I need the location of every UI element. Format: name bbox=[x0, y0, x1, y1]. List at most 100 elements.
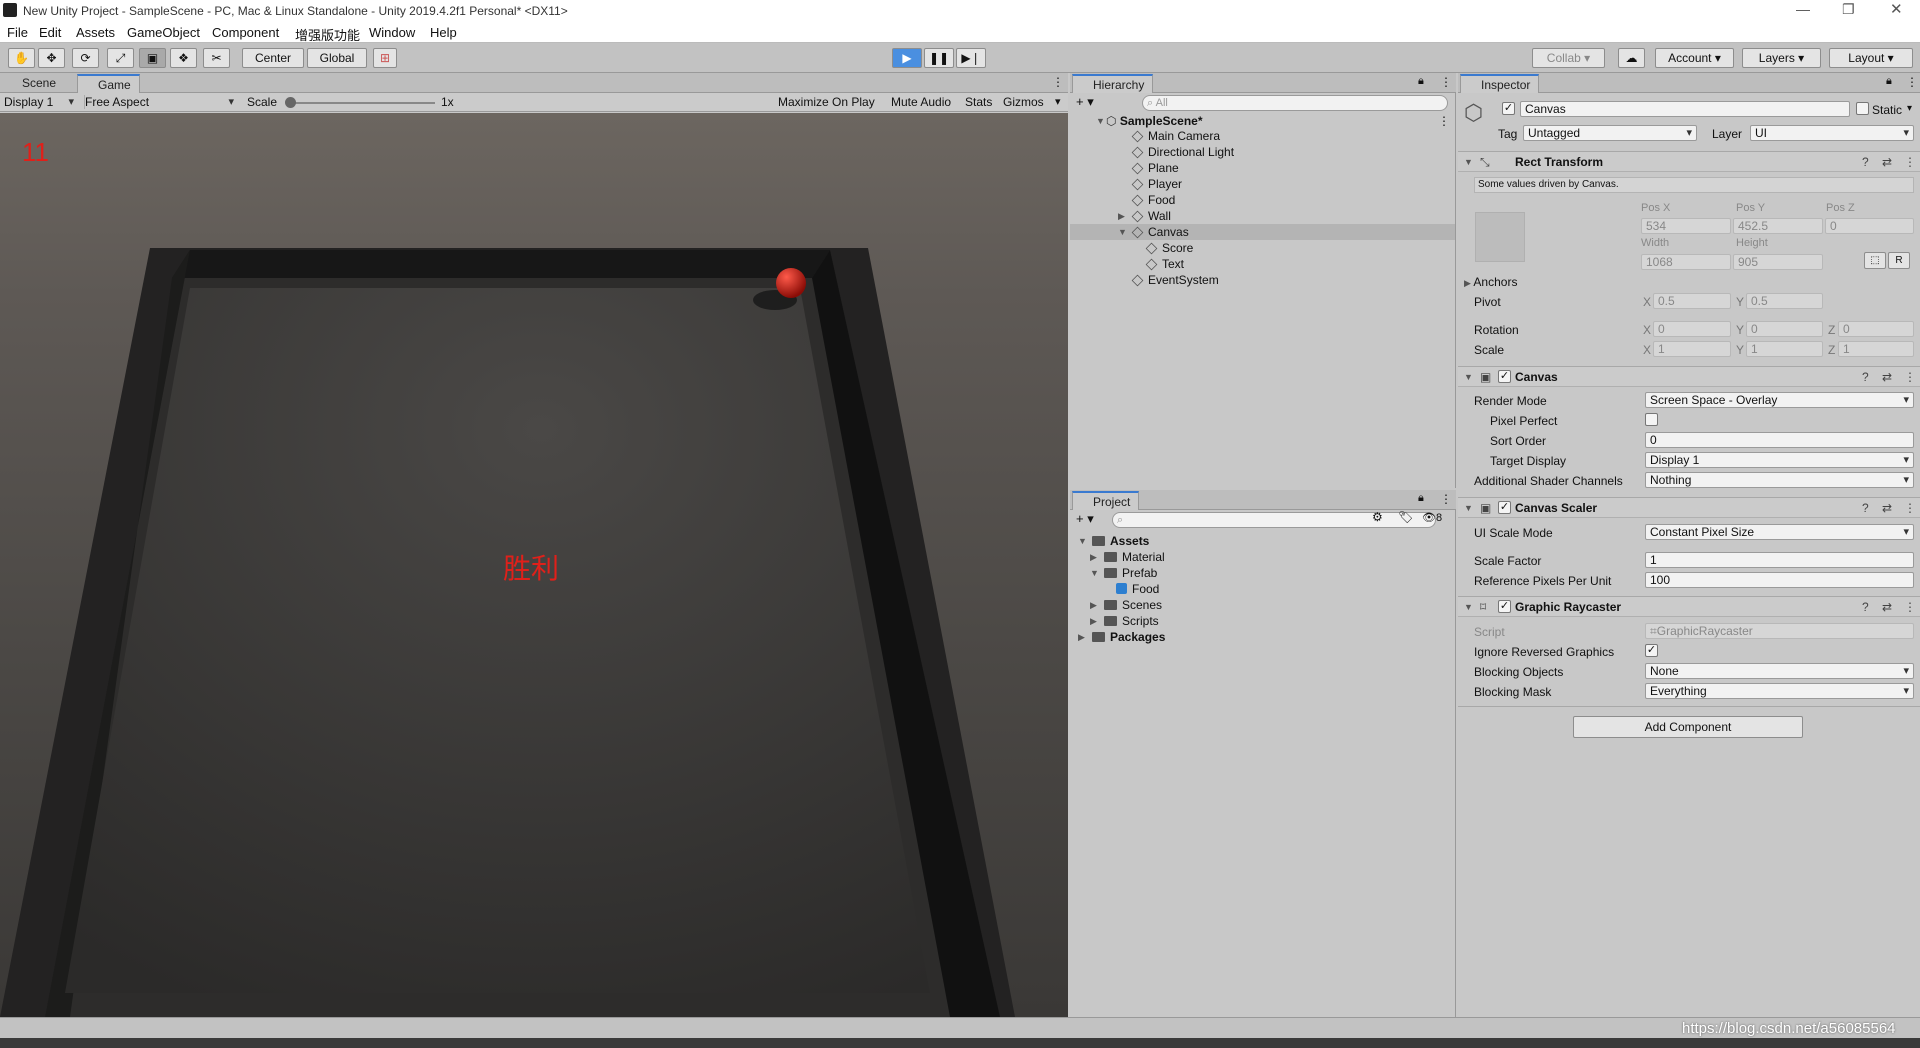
maximize-on-play-toggle[interactable]: Maximize On Play bbox=[778, 95, 875, 109]
layers-dropdown[interactable]: Layers ▾ bbox=[1742, 48, 1821, 68]
posy-field[interactable]: 452.5 bbox=[1733, 218, 1823, 234]
menu-window[interactable]: Window bbox=[369, 25, 415, 40]
hierarchy-item-plane[interactable]: Plane bbox=[1131, 161, 1179, 175]
hierarchy-item-food[interactable]: Food bbox=[1131, 193, 1175, 207]
space-global-button[interactable]: Global bbox=[307, 48, 367, 68]
scale-x-field[interactable]: 1 bbox=[1653, 341, 1731, 357]
stats-toggle[interactable]: Stats bbox=[965, 95, 992, 109]
layout-dropdown[interactable]: Layout ▾ bbox=[1829, 48, 1913, 68]
hierarchy-item-canvas[interactable]: ▼ Canvas bbox=[1118, 225, 1189, 239]
foldout-icon[interactable]: ▼ bbox=[1464, 157, 1473, 167]
graphic-raycaster-header[interactable]: ▼ ⌑ ✓ Graphic Raycaster ? ⇄ ⋮ bbox=[1458, 596, 1920, 617]
sort-order-field[interactable]: 0 bbox=[1645, 432, 1914, 448]
gizmos-arrow-icon[interactable]: ▾ bbox=[1055, 95, 1061, 108]
anchors-foldout[interactable]: ▶ Anchors bbox=[1464, 275, 1517, 289]
menu-gameobject[interactable]: GameObject bbox=[127, 25, 200, 40]
hierarchy-item-score[interactable]: Score bbox=[1145, 241, 1193, 255]
blocking-mask-dropdown[interactable]: Everything bbox=[1645, 683, 1914, 699]
scale-factor-field[interactable]: 1 bbox=[1645, 552, 1914, 568]
component-menu-icon[interactable]: ⋮ bbox=[1904, 155, 1916, 169]
lock-icon[interactable]: 🔒︎ bbox=[1418, 75, 1424, 88]
project-item-prefab[interactable]: ▼ Prefab bbox=[1090, 566, 1157, 580]
help-icon[interactable]: ? bbox=[1862, 155, 1869, 169]
menu-enhanced[interactable]: 增强版功能 bbox=[295, 25, 360, 44]
blocking-objects-dropdown[interactable]: None bbox=[1645, 663, 1914, 679]
project-add-button[interactable]: + ▾ bbox=[1076, 511, 1094, 527]
active-checkbox[interactable]: ✓ bbox=[1502, 102, 1515, 115]
posx-field[interactable]: 534 bbox=[1641, 218, 1731, 234]
pause-button[interactable]: ❚❚ bbox=[924, 48, 954, 68]
project-item-scripts[interactable]: ▶ Scripts bbox=[1090, 614, 1159, 628]
canvas-scaler-enabled-checkbox[interactable]: ✓ bbox=[1498, 501, 1511, 514]
ignore-reversed-checkbox[interactable]: ✓ bbox=[1645, 644, 1658, 657]
pixel-perfect-checkbox[interactable] bbox=[1645, 413, 1658, 426]
lock-icon[interactable]: 🔒︎ bbox=[1418, 492, 1424, 505]
collab-button[interactable]: Collab ▾ bbox=[1532, 48, 1605, 68]
script-field[interactable]: ⌗GraphicRaycaster bbox=[1645, 623, 1914, 639]
hierarchy-item-eventsystem[interactable]: EventSystem bbox=[1131, 273, 1219, 287]
rect-tool-icon[interactable]: ▣ bbox=[139, 48, 166, 68]
raw-edit-button[interactable]: R bbox=[1888, 252, 1910, 269]
snap-icon[interactable]: ⊞ bbox=[373, 48, 397, 68]
target-display-dropdown[interactable]: Display 1 bbox=[1645, 452, 1914, 468]
preset-icon[interactable]: ⇄ bbox=[1882, 370, 1892, 384]
width-field[interactable]: 1068 bbox=[1641, 254, 1731, 270]
component-menu-icon[interactable]: ⋮ bbox=[1904, 370, 1916, 384]
game-view[interactable]: 11 胜利 bbox=[0, 113, 1068, 1017]
tab-inspector[interactable]: Inspector bbox=[1460, 74, 1540, 93]
static-checkbox[interactable] bbox=[1856, 102, 1869, 115]
project-item-food[interactable]: Food bbox=[1116, 582, 1159, 596]
search-by-type-icon[interactable]: ⚙ bbox=[1372, 510, 1383, 524]
search-by-label-icon[interactable]: 🏷︎ bbox=[1398, 510, 1413, 524]
shader-channels-dropdown[interactable]: Nothing bbox=[1645, 472, 1914, 488]
object-name-input[interactable]: Canvas bbox=[1520, 101, 1850, 117]
rot-x-field[interactable]: 0 bbox=[1653, 321, 1731, 337]
project-item-assets[interactable]: ▼ Assets bbox=[1078, 534, 1149, 548]
scene-menu-icon[interactable]: ⋮ bbox=[1438, 114, 1450, 128]
hierarchy-item-player[interactable]: Player bbox=[1131, 177, 1182, 191]
panel-menu-icon[interactable]: ⋮ bbox=[1052, 75, 1064, 89]
account-dropdown[interactable]: Account ▾ bbox=[1655, 48, 1734, 68]
panel-menu-icon[interactable]: ⋮ bbox=[1906, 75, 1918, 89]
canvas-enabled-checkbox[interactable]: ✓ bbox=[1498, 370, 1511, 383]
preset-icon[interactable]: ⇄ bbox=[1882, 155, 1892, 169]
pivot-y-field[interactable]: 0.5 bbox=[1746, 293, 1823, 309]
help-icon[interactable]: ? bbox=[1862, 501, 1869, 515]
move-tool-icon[interactable]: ✥ bbox=[38, 48, 65, 68]
project-search-input[interactable]: ⌕ bbox=[1112, 512, 1436, 528]
minimize-icon[interactable]: — bbox=[1796, 1, 1810, 17]
help-icon[interactable]: ? bbox=[1862, 370, 1869, 384]
tab-project[interactable]: Project bbox=[1072, 491, 1140, 510]
hierarchy-item-directional-light[interactable]: Directional Light bbox=[1131, 145, 1234, 159]
foldout-icon[interactable]: ▼ bbox=[1464, 372, 1473, 382]
render-mode-dropdown[interactable]: Screen Space - Overlay bbox=[1645, 392, 1914, 408]
hierarchy-item-main-camera[interactable]: Main Camera bbox=[1131, 129, 1220, 143]
hand-tool-icon[interactable]: ✋ bbox=[8, 48, 35, 68]
canvas-component-header[interactable]: ▼ ▣ ✓ Canvas ? ⇄ ⋮ bbox=[1458, 366, 1920, 387]
hierarchy-search-input[interactable]: ⌕ All bbox=[1142, 95, 1448, 111]
static-arrow-icon[interactable]: ▾ bbox=[1907, 103, 1912, 114]
menu-help[interactable]: Help bbox=[430, 25, 457, 40]
scale-slider[interactable] bbox=[285, 97, 435, 108]
rotate-tool-icon[interactable]: ⟳ bbox=[72, 48, 99, 68]
blueprint-mode-button[interactable]: ⬚ bbox=[1864, 252, 1886, 269]
close-icon[interactable]: ✕ bbox=[1890, 0, 1903, 18]
step-button[interactable]: ▶❘ bbox=[956, 48, 986, 68]
component-menu-icon[interactable]: ⋮ bbox=[1904, 600, 1916, 614]
preset-icon[interactable]: ⇄ bbox=[1882, 501, 1892, 515]
ui-scale-mode-dropdown[interactable]: Constant Pixel Size bbox=[1645, 524, 1914, 540]
rot-z-field[interactable]: 0 bbox=[1838, 321, 1914, 337]
pivot-x-field[interactable]: 0.5 bbox=[1653, 293, 1731, 309]
preset-icon[interactable]: ⇄ bbox=[1882, 600, 1892, 614]
hierarchy-item-text[interactable]: Text bbox=[1145, 257, 1184, 271]
play-button[interactable]: ▶ bbox=[892, 48, 922, 68]
add-component-button[interactable]: Add Component bbox=[1573, 716, 1803, 738]
mute-audio-toggle[interactable]: Mute Audio bbox=[891, 95, 951, 109]
gizmos-dropdown[interactable]: Gizmos bbox=[1003, 95, 1044, 109]
menu-component[interactable]: Component bbox=[212, 25, 279, 40]
scale-tool-icon[interactable]: ⤢ bbox=[107, 48, 134, 68]
foldout-icon[interactable]: ▼ bbox=[1464, 503, 1473, 513]
help-icon[interactable]: ? bbox=[1862, 600, 1869, 614]
restore-icon[interactable]: ❐ bbox=[1842, 1, 1855, 18]
custom-tool-icon[interactable]: ✂ bbox=[203, 48, 230, 68]
